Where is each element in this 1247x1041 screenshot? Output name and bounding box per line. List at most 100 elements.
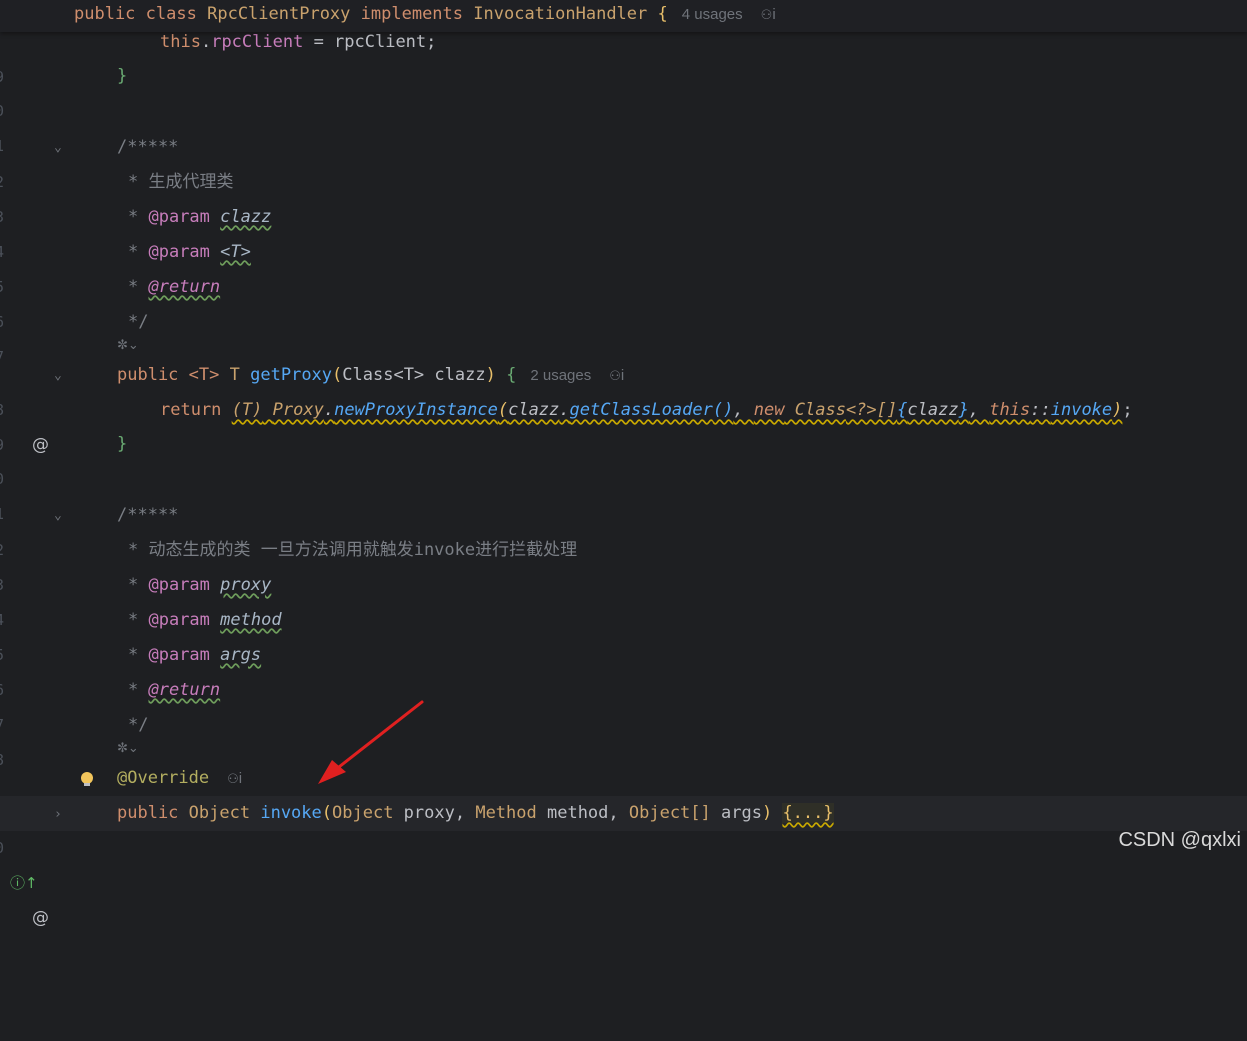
code-line[interactable]: 8 */ bbox=[0, 708, 1247, 769]
usages-hint[interactable]: 4 usages ⚇i bbox=[682, 6, 776, 23]
ai-lens-icon[interactable]: ✼⌄ bbox=[117, 741, 139, 763]
doc-param-name[interactable]: clazz bbox=[220, 207, 271, 227]
method-ref-invoke[interactable]: invoke bbox=[1051, 400, 1112, 420]
paren: ) bbox=[761, 803, 783, 823]
usages-count[interactable]: 2 usages bbox=[530, 367, 591, 384]
doc-param-name[interactable]: <T> bbox=[220, 242, 251, 262]
method-getclassloader[interactable]: getClassLoader bbox=[570, 400, 713, 420]
doc-star: * bbox=[128, 575, 149, 595]
return-type: Object bbox=[188, 803, 251, 823]
doc-param-name[interactable]: method bbox=[220, 610, 281, 630]
doc-tag-param: @param bbox=[148, 242, 210, 262]
code-line[interactable]: 2 ⌄ /***** bbox=[0, 498, 1247, 559]
doc-star: * bbox=[128, 277, 149, 297]
code-line[interactable]: 9 @Override⚇i bbox=[0, 761, 1247, 822]
code-line[interactable]: 5 * @param <T> bbox=[0, 235, 1247, 296]
method-name-invoke[interactable]: invoke bbox=[260, 803, 321, 823]
author-hint[interactable]: i bbox=[772, 6, 775, 23]
keyword-class: class bbox=[145, 4, 197, 24]
code-editor[interactable]: public class RpcClientProxy implements I… bbox=[0, 0, 1247, 928]
doc-star: * bbox=[128, 610, 149, 630]
class-name[interactable]: RpcClientProxy bbox=[207, 4, 350, 24]
paren: ) bbox=[1112, 400, 1123, 420]
keyword-public: public bbox=[74, 4, 136, 24]
interface-name[interactable]: InvocationHandler bbox=[473, 4, 647, 24]
code-line[interactable]: 5 * @param method bbox=[0, 603, 1247, 664]
doc-tag-param: @param bbox=[148, 575, 210, 595]
code-line[interactable]: 4 * @param clazz bbox=[0, 200, 1247, 261]
code-line[interactable]: 6 * @param args bbox=[0, 638, 1247, 699]
code-line[interactable]: 4 * @param proxy bbox=[0, 568, 1247, 629]
wildcard-array: <?>[] bbox=[845, 400, 898, 420]
code-line[interactable]: 1 bbox=[0, 94, 1247, 155]
comma: , bbox=[733, 400, 754, 420]
code-line[interactable]: 8 @ ⌄ public <T> T getProxy(Class<T> cla… bbox=[0, 358, 1247, 455]
keyword-return: return bbox=[160, 400, 222, 420]
type-cast: (T) bbox=[231, 400, 263, 420]
doc-param-name[interactable]: args bbox=[220, 645, 261, 665]
chevron-down-icon[interactable]: ⌄ bbox=[54, 358, 62, 393]
author-hint[interactable]: i bbox=[621, 367, 624, 384]
doc-star: * bbox=[128, 680, 149, 700]
method-name-getproxy[interactable]: getProxy bbox=[250, 365, 332, 385]
method-newproxyinstance[interactable]: newProxyInstance bbox=[334, 400, 498, 420]
dot: . bbox=[200, 32, 212, 52]
keyword-new: new bbox=[753, 400, 785, 420]
generic-param: <T> bbox=[188, 365, 220, 385]
usages-hint[interactable]: 2 usages ⚇i bbox=[530, 367, 624, 384]
open-brace: { bbox=[506, 365, 517, 385]
code-line[interactable]: 3 * 生成代理类 bbox=[0, 165, 1247, 226]
doc-star: * bbox=[128, 645, 149, 665]
close-brace: } bbox=[117, 66, 128, 86]
code-line-current[interactable]: 0 ⓘ↑ @ › public Object invoke(Object pro… bbox=[0, 796, 1247, 928]
code-line[interactable]: 1 bbox=[0, 462, 1247, 523]
chevron-right-icon[interactable]: › bbox=[54, 797, 62, 832]
code-line[interactable]: 0 } bbox=[0, 59, 1247, 120]
code-line[interactable]: 3 * 动态生成的类 一旦方法调用就触发invoke进行拦截处理 bbox=[0, 533, 1247, 594]
code-line[interactable]: 0 } bbox=[0, 427, 1247, 488]
author-name[interactable]: i bbox=[239, 770, 242, 787]
doc-star: * bbox=[128, 242, 149, 262]
lightbulb-icon[interactable] bbox=[81, 772, 93, 786]
code-line[interactable]: 7 * @return bbox=[0, 673, 1247, 734]
at-icon[interactable]: @ bbox=[32, 901, 49, 936]
keyword-this: this bbox=[160, 32, 201, 52]
chevron-down-icon[interactable]: ⌄ bbox=[54, 498, 62, 533]
paren: () bbox=[712, 400, 734, 420]
usages-count[interactable]: 4 usages bbox=[682, 6, 743, 23]
code-line[interactable]: 2 ⌄ /***** bbox=[0, 130, 1247, 191]
doc-tag-param: @param bbox=[148, 645, 210, 665]
paren: ( bbox=[321, 803, 333, 823]
code-line[interactable]: 7 */ bbox=[0, 305, 1247, 366]
doc-param-name[interactable]: proxy bbox=[220, 575, 271, 595]
author-hint[interactable]: ⚇i bbox=[223, 770, 242, 787]
semicolon: ; bbox=[1122, 400, 1133, 420]
doc-tag-return[interactable]: @return bbox=[148, 277, 220, 297]
user-icon: ⚇ bbox=[760, 7, 773, 22]
assignment: = rpcClient; bbox=[303, 32, 437, 52]
close-brace: } bbox=[117, 434, 128, 454]
folded-body[interactable]: {...} bbox=[782, 803, 834, 823]
doc-tag-param: @param bbox=[148, 207, 210, 227]
user-icon: ⚇ bbox=[227, 771, 239, 786]
chevron-down-icon[interactable]: ⌄ bbox=[54, 130, 62, 165]
dot: . bbox=[559, 400, 570, 420]
param-type: Method bbox=[475, 803, 537, 823]
comma: , bbox=[968, 400, 990, 420]
user-icon: ⚇ bbox=[609, 368, 621, 383]
doc-comment-close: */ bbox=[128, 312, 149, 332]
code-line[interactable]: 6 * @return bbox=[0, 270, 1247, 331]
class-class: Class bbox=[784, 400, 846, 420]
implements-icon[interactable]: ⓘ↑ bbox=[10, 866, 38, 901]
red-arrow-annotation bbox=[318, 700, 424, 784]
return-type: T bbox=[229, 365, 240, 385]
doc-tag-return[interactable]: @return bbox=[148, 680, 220, 700]
code-line[interactable]: 9 return (T) Proxy.newProxyInstance(claz… bbox=[0, 393, 1247, 454]
method-ref: :: bbox=[1030, 400, 1051, 420]
keyword-this: this bbox=[989, 400, 1031, 420]
class-declaration[interactable]: public class RpcClientProxy implements I… bbox=[74, 0, 776, 32]
class-proxy[interactable]: Proxy bbox=[273, 400, 324, 420]
sticky-class-header[interactable]: public class RpcClientProxy implements I… bbox=[0, 0, 1247, 32]
ai-lens-icon[interactable]: ✼⌄ bbox=[117, 338, 139, 360]
watermark: CSDN @qxlxi bbox=[1118, 829, 1241, 851]
